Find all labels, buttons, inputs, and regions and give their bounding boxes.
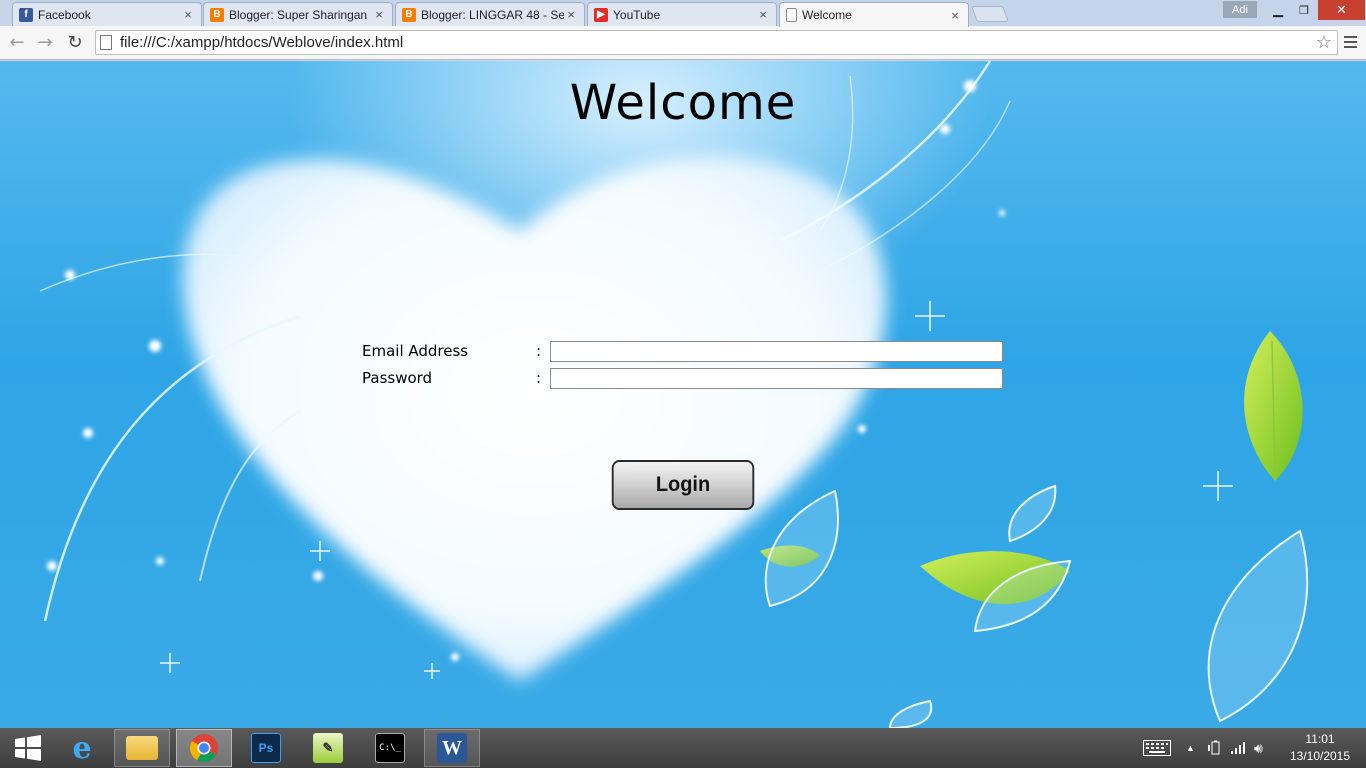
email-label: Email Address	[362, 342, 469, 360]
email-field[interactable]	[550, 340, 1003, 362]
tab-title: YouTube	[613, 7, 661, 22]
photoshop-icon: Ps	[251, 733, 281, 763]
tab-title: Welcome	[802, 8, 852, 22]
close-tab-icon[interactable]: ×	[756, 7, 770, 22]
tab-title: Blogger: Super Sharingan	[229, 7, 368, 22]
minimize-window-icon[interactable]: ▁	[1266, 0, 1290, 20]
tab-facebook[interactable]: f Facebook ×	[12, 2, 202, 26]
address-url[interactable]: file:///C:/xampp/htdocs/Weblove/index.ht…	[120, 34, 1311, 51]
taskbar-file-explorer[interactable]	[114, 729, 170, 767]
browser-menu-icon[interactable]	[1340, 32, 1360, 52]
start-icon	[15, 735, 41, 761]
tab-youtube[interactable]: ▶ YouTube ×	[587, 2, 777, 26]
tab-title: Facebook	[38, 7, 91, 22]
close-tab-icon[interactable]: ×	[372, 7, 386, 22]
tab-blogger-linggar[interactable]: B Blogger: LINGGAR 48 - Se ×	[395, 2, 585, 26]
tab-welcome[interactable]: Welcome ×	[779, 2, 969, 27]
command-prompt-icon: C:\_	[375, 733, 405, 763]
close-window-icon[interactable]: ✕	[1318, 0, 1365, 20]
browser-tabstrip: f Facebook × B Blogger: Super Sharingan …	[0, 0, 1366, 27]
password-row: Password :	[362, 367, 1003, 389]
network-signal-icon[interactable]	[1230, 728, 1246, 768]
taskbar-notepad-plus-plus[interactable]: ✎	[300, 729, 356, 767]
browser-toolbar: ← → ↻ file:///C:/xampp/htdocs/Weblove/in…	[0, 26, 1366, 60]
volume-icon[interactable]: 🔊︎	[1254, 728, 1263, 768]
heart-cloud-background	[39, 61, 1309, 728]
email-row: Email Address :	[362, 340, 1003, 362]
profile-button[interactable]: Adi	[1223, 1, 1257, 18]
close-tab-icon[interactable]: ×	[181, 7, 195, 22]
tab-blogger-super-sharingan[interactable]: B Blogger: Super Sharingan ×	[203, 2, 393, 26]
taskbar-command-prompt[interactable]: C:\_	[362, 729, 418, 767]
show-hidden-icons-icon[interactable]: ▲	[1186, 728, 1195, 768]
internet-explorer-icon: e	[72, 730, 92, 766]
bookmark-star-icon[interactable]: ☆	[1311, 32, 1337, 53]
word-icon: W	[437, 733, 467, 763]
page-viewport: Welcome Email Address : Password : Login	[0, 61, 1366, 728]
blogger-icon: B	[402, 7, 416, 22]
forward-arrow-icon[interactable]: →	[33, 30, 57, 54]
youtube-icon: ▶	[594, 7, 608, 22]
blogger-icon: B	[210, 7, 224, 22]
start-button[interactable]	[0, 729, 56, 767]
windows-taskbar: e Ps ✎ C:\_ W ▲ 🔊︎ 11:01 13/10/2015	[0, 728, 1366, 768]
battery-power-icon[interactable]	[1207, 728, 1223, 768]
page-icon	[100, 35, 112, 50]
notepad-plus-plus-icon: ✎	[313, 733, 343, 763]
clock-time: 11:01	[1305, 732, 1335, 746]
email-colon: :	[536, 342, 542, 360]
page-icon	[786, 8, 797, 22]
taskbar-photoshop[interactable]: Ps	[238, 729, 294, 767]
restore-window-icon[interactable]: ❐	[1292, 0, 1316, 20]
system-clock[interactable]: 11:01 13/10/2015	[1282, 731, 1358, 765]
reload-icon[interactable]: ↻	[63, 30, 87, 54]
taskbar-word[interactable]: W	[424, 729, 480, 767]
new-tab-button[interactable]	[971, 6, 1009, 22]
password-label: Password	[362, 369, 433, 387]
tab-title: Blogger: LINGGAR 48 - Se	[421, 7, 564, 22]
back-arrow-icon[interactable]: ←	[5, 30, 29, 54]
clock-date: 13/10/2015	[1289, 749, 1351, 763]
login-button[interactable]: Login	[611, 460, 755, 510]
close-tab-icon[interactable]: ×	[564, 7, 578, 22]
close-tab-icon[interactable]: ×	[948, 8, 962, 23]
password-colon: :	[536, 369, 542, 387]
address-bar[interactable]: file:///C:/xampp/htdocs/Weblove/index.ht…	[95, 30, 1338, 55]
touch-keyboard-icon[interactable]	[1143, 728, 1171, 768]
page-title: Welcome	[569, 75, 797, 131]
taskbar-chrome[interactable]	[176, 729, 232, 767]
file-explorer-icon	[126, 736, 158, 760]
facebook-icon: f	[19, 7, 33, 22]
taskbar-internet-explorer[interactable]: e	[54, 729, 110, 767]
password-field[interactable]	[550, 367, 1003, 389]
chrome-icon	[190, 734, 218, 762]
